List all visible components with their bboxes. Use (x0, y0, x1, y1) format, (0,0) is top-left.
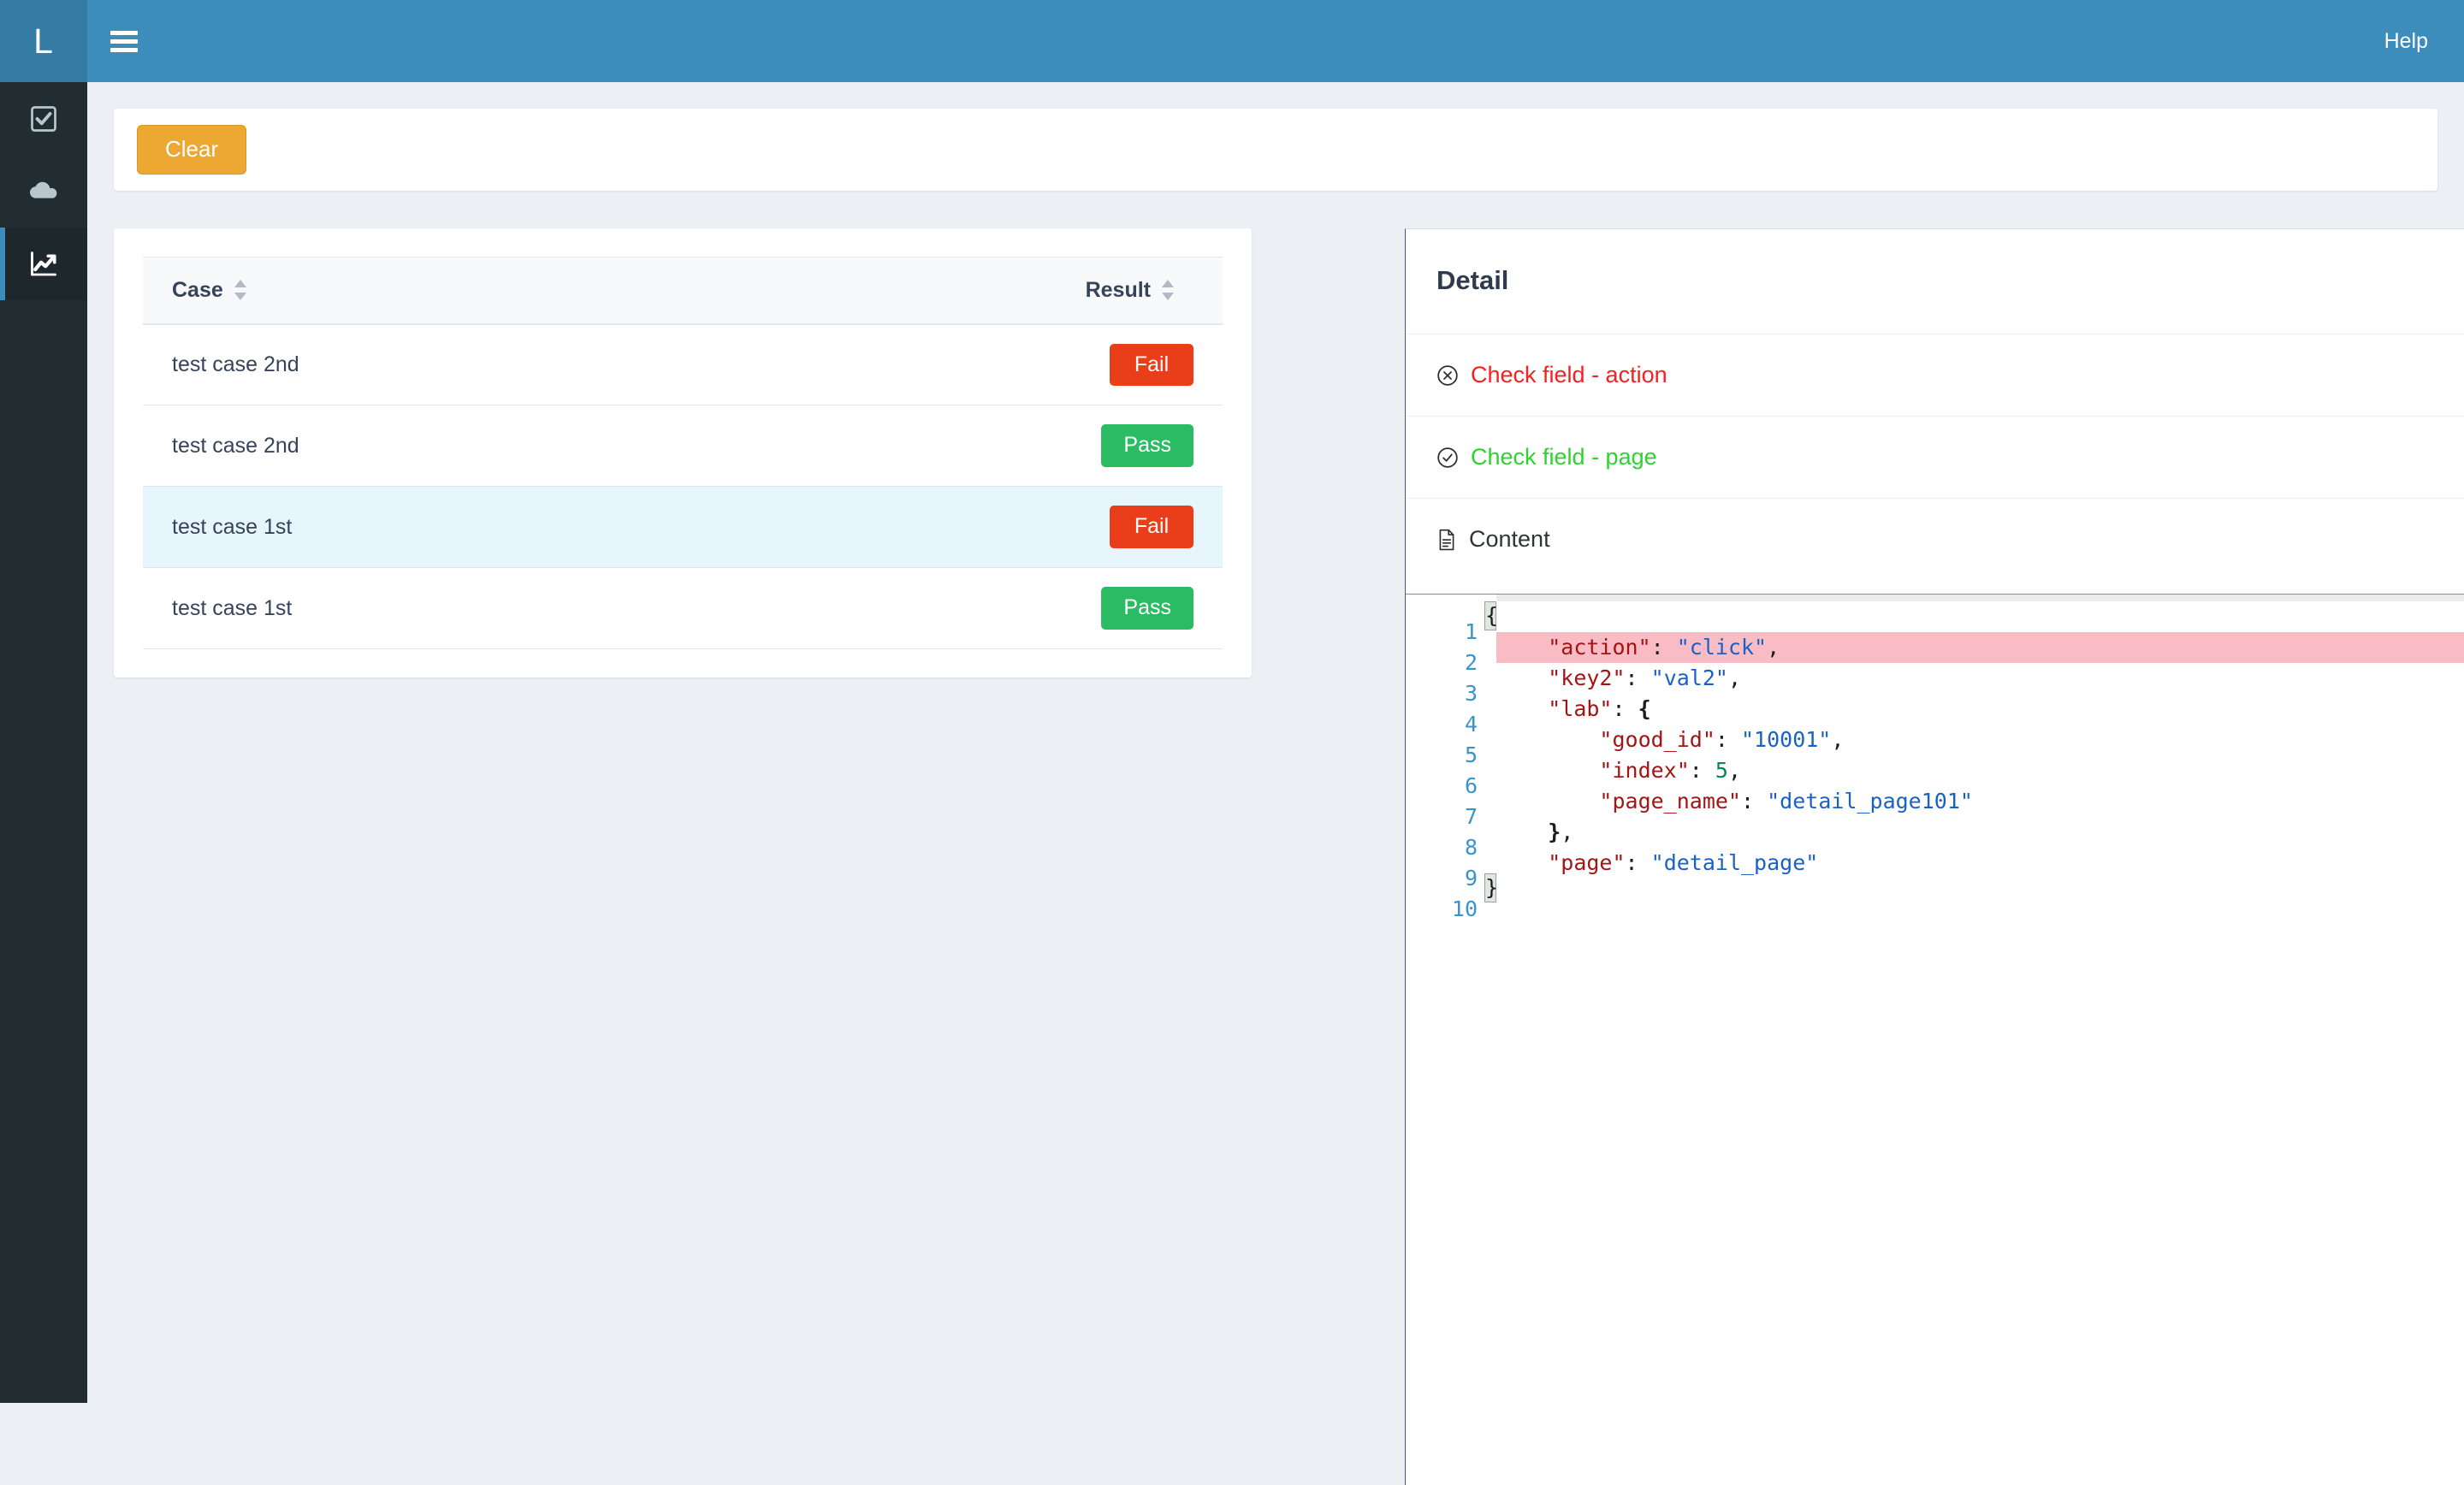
detail-row-content[interactable]: Content (1406, 498, 2464, 580)
detail-row-label: Check field - action (1471, 362, 1667, 388)
column-header-case-label: Case (172, 278, 223, 303)
table-header-row: Case Result (143, 257, 1223, 324)
circle-check-icon (1436, 447, 1459, 469)
sidebar-item-cloud[interactable] (0, 155, 87, 228)
cell-result: Fail (1051, 324, 1223, 405)
code-line (1496, 879, 2464, 909)
code-line: "key2": "val2", (1496, 663, 2464, 694)
code-line: }, (1496, 817, 2464, 848)
table-head: Case Result (143, 257, 1223, 324)
header-spacer (161, 0, 2348, 82)
line-number: 6 (1406, 771, 1478, 802)
column-header-result-label: Result (1086, 278, 1151, 303)
table-row[interactable]: test case 1st Pass (143, 568, 1223, 649)
line-number: 3 (1406, 678, 1478, 709)
circle-x-icon (1436, 364, 1459, 387)
status-badge[interactable]: Pass (1101, 424, 1194, 467)
hamburger-icon (110, 27, 138, 56)
cell-case: test case 2nd (143, 324, 1051, 405)
line-number: 1 (1406, 617, 1478, 648)
sidebar-toggle-button[interactable] (87, 0, 161, 82)
top-header-bar: L Help (0, 0, 2464, 82)
chart-line-icon (27, 249, 60, 280)
cell-case: test case 2nd (143, 405, 1051, 487)
code-top-strip (1496, 595, 2464, 601)
toolbar-card: Clear (114, 109, 2437, 191)
line-number: 4 (1406, 709, 1478, 740)
code-fold-column[interactable]: { } (1484, 595, 1496, 925)
case-results-table: Case Result (143, 257, 1223, 649)
cell-result: Pass (1051, 568, 1223, 649)
status-badge[interactable]: Fail (1110, 344, 1194, 387)
status-badge[interactable]: Fail (1110, 506, 1194, 548)
code-line: "lab": { (1496, 694, 2464, 725)
table-row[interactable]: test case 1st Fail (143, 487, 1223, 568)
code-line: "good_id": "10001", (1496, 725, 2464, 755)
code-line: "index": 5, (1496, 755, 2464, 786)
clear-button[interactable]: Clear (137, 125, 246, 175)
cell-case: test case 1st (143, 487, 1051, 568)
detail-row-label: Check field - page (1471, 444, 1657, 470)
table-row[interactable]: test case 2nd Pass (143, 405, 1223, 487)
json-code-viewer[interactable]: 1 2 3 4 5 6 7 8 9 10 { } (1406, 594, 2464, 1346)
logo-text: L (33, 21, 54, 62)
fold-close-brace[interactable]: } (1484, 873, 1496, 902)
line-number: 7 (1406, 802, 1478, 832)
code-line: "page_name": "detail_page101" (1496, 786, 2464, 817)
cell-case: test case 1st (143, 568, 1051, 649)
cloud-icon (27, 179, 60, 204)
line-number: 10 (1406, 894, 1478, 925)
main-content: Clear Case Result (87, 82, 2464, 1403)
code-line: "page": "detail_page" (1496, 848, 2464, 879)
sidebar-item-cases[interactable] (0, 82, 87, 155)
column-header-case[interactable]: Case (143, 257, 1051, 324)
detail-row-list: Check field - action (1406, 334, 2464, 580)
case-table-card: Case Result (114, 228, 1252, 677)
cell-result: Fail (1051, 487, 1223, 568)
fold-spacer (1484, 630, 1496, 873)
code-line (1496, 601, 2464, 632)
detail-row-label: Content (1469, 526, 1550, 553)
cell-result: Pass (1051, 405, 1223, 487)
sort-toggle-case-icon[interactable] (234, 279, 246, 301)
code-line-highlighted: "action": "click", (1496, 632, 2464, 663)
sort-toggle-result-icon[interactable] (1162, 279, 1173, 301)
code-text-area[interactable]: "action": "click", "key2": "val2", "lab"… (1496, 595, 2464, 925)
sidebar-item-report[interactable] (0, 228, 87, 300)
status-badge[interactable]: Pass (1101, 587, 1194, 630)
column-header-result[interactable]: Result (1051, 257, 1223, 324)
line-number: 5 (1406, 740, 1478, 771)
detail-row-check-field-action[interactable]: Check field - action (1406, 334, 2464, 416)
detail-row-check-field-page[interactable]: Check field - page (1406, 416, 2464, 498)
table-body: test case 2nd Fail test case 2nd Pass te… (143, 324, 1223, 649)
line-number: 2 (1406, 648, 1478, 678)
table-row[interactable]: test case 2nd Fail (143, 324, 1223, 405)
app-logo[interactable]: L (0, 0, 87, 82)
fold-open-brace[interactable]: { (1484, 601, 1496, 630)
main-sidebar (0, 82, 87, 1403)
file-text-icon (1436, 529, 1457, 551)
line-number: 9 (1406, 863, 1478, 894)
detail-panel: Detail Check field - action (1405, 228, 2464, 1485)
line-number: 8 (1406, 832, 1478, 863)
help-link[interactable]: Help (2348, 0, 2464, 82)
detail-panel-title: Detail (1406, 229, 2464, 296)
check-square-icon (28, 104, 59, 134)
code-line-numbers: 1 2 3 4 5 6 7 8 9 10 (1406, 595, 1484, 925)
